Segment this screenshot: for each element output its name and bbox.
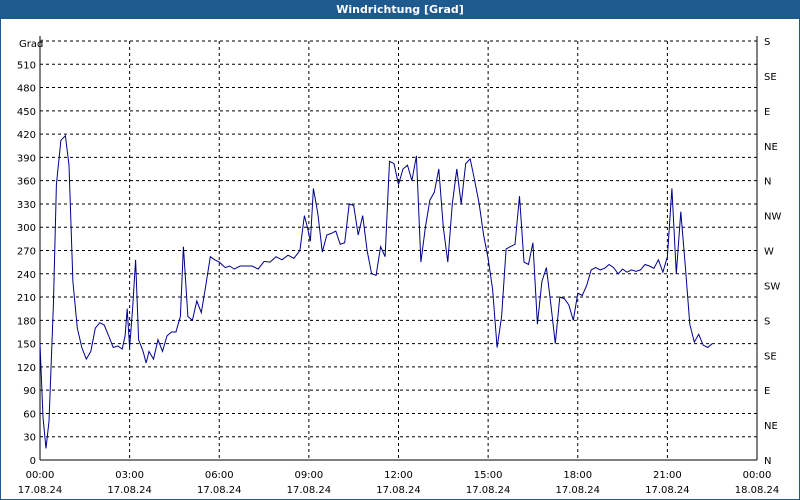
x-tick-time: 00:00 (26, 470, 55, 481)
x-tick-time: 21:00 (653, 470, 682, 481)
y-tick-label: 330 (17, 200, 36, 211)
x-tick-date: 17.08.24 (287, 485, 332, 496)
x-tick-date: 17.08.24 (466, 485, 511, 496)
y-tick-label: 480 (17, 84, 36, 95)
y2-tick-label: NE (764, 421, 778, 432)
y-tick-label: 60 (23, 409, 36, 420)
x-tick-date: 17.08.24 (18, 485, 63, 496)
y-tick-label: 210 (17, 293, 36, 304)
y-tick-label: 300 (17, 223, 36, 234)
x-axis-ticks: 00:00 17.08.24 03:00 17.08.24 06:00 17.08.24 0… (18, 470, 780, 496)
y-tick-label: 390 (17, 153, 36, 164)
x-tick-time: 12:00 (384, 470, 413, 481)
y-tick-label: 360 (17, 177, 36, 188)
x-tick-date: 17.08.24 (197, 485, 242, 496)
x-tick-time: 06:00 (205, 470, 234, 481)
y2-tick-label: NW (764, 212, 781, 223)
x-tick-time: 09:00 (294, 470, 323, 481)
chart: Grad 03060901201501802102402703003303603… (17, 36, 781, 496)
y2-tick-label: N (764, 177, 771, 188)
series-line (39, 134, 713, 449)
x-tick-date: 18.08.24 (735, 485, 780, 496)
y2-tick-label: S (764, 316, 770, 327)
y-tick-label: 270 (17, 247, 36, 258)
y2-axis-ticks: N NE E SE S SW W NW N NE E SE S (764, 37, 781, 467)
y-tick-label: 450 (17, 107, 36, 118)
grid (40, 40, 757, 460)
x-tick-date: 17.08.24 (376, 485, 421, 496)
y2-tick-label: E (764, 107, 770, 118)
y2-tick-label: E (764, 386, 770, 397)
x-tick-date: 17.08.24 (645, 485, 690, 496)
y2-tick-label: SW (764, 281, 780, 292)
y2-tick-label: SE (764, 72, 777, 83)
y-tick-label: 510 (17, 60, 36, 71)
y-tick-label: 120 (17, 363, 36, 374)
y2-tick-label: N (764, 456, 771, 467)
y2-tick-label: SE (764, 351, 777, 362)
y-tick-label: 240 (17, 270, 36, 281)
y2-tick-label: NE (764, 142, 778, 153)
x-tick-time: 18:00 (563, 470, 592, 481)
x-tick-time: 03:00 (115, 470, 144, 481)
y-tick-label: 30 (23, 433, 36, 444)
series (39, 134, 713, 449)
x-tick-time: 00:00 (743, 470, 772, 481)
y-tick-label: 150 (17, 340, 36, 351)
y-tick-label: 90 (23, 386, 36, 397)
y2-tick-label: W (764, 247, 774, 258)
y-tick-label: 420 (17, 130, 36, 141)
x-tick-date: 17.08.24 (555, 485, 600, 496)
x-tick-date: 17.08.24 (107, 485, 152, 496)
x-tick-time: 15:00 (474, 470, 503, 481)
y-tick-label: 0 (30, 456, 36, 467)
y-tick-label: 180 (17, 316, 36, 327)
y2-tick-label: S (764, 37, 770, 48)
y-axis-ticks: 0 30 60 90 120 150 180 210 240 270 300 330 360 390 420… (17, 60, 36, 467)
